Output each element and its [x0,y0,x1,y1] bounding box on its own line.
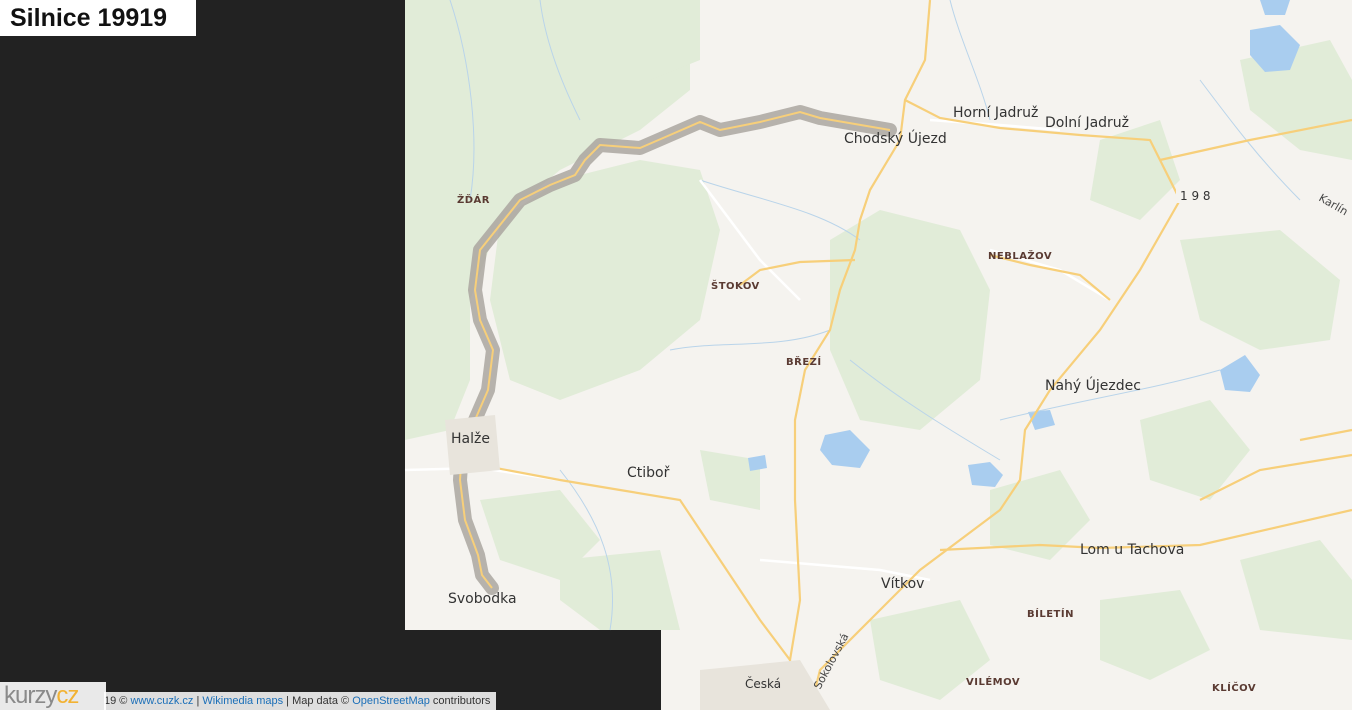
page-title-box: Silnice 19919 [0,0,196,36]
attribution-suffix: contributors [432,695,491,707]
logo-part-kurzy: kurzy [4,682,57,709]
place-label: Horní Jadruž [953,105,1038,121]
village-label: BÍLETÍN [1027,607,1074,620]
place-label: Vítkov [881,576,924,592]
place-label: Lom u Tachova [1080,542,1184,558]
attribution-prefix: 19 © [104,695,128,707]
kurzy-logo[interactable]: kurzycz [0,682,106,710]
attribution-separator: | Map data © [286,695,350,707]
place-label: Ctiboř [627,465,670,481]
logo-part-cz: cz [56,682,79,709]
place-label: Halže [451,431,490,447]
wikimedia-link[interactable]: Wikimedia maps [202,695,283,707]
road-number: 1 9 8 [1176,188,1212,203]
page-title: Silnice 19919 [10,4,168,32]
place-label: Chodský Újezd [844,129,947,147]
village-label: ŠTOKOV [711,279,760,292]
attribution-separator: | [196,695,200,707]
village-label: ŽĎÁR [457,193,490,206]
map-attribution: 19 © www.cuzk.cz | Wikimedia maps | Map … [104,692,496,710]
village-label: VILÉMOV [966,675,1020,688]
place-label: Česká [745,676,781,691]
logo-text: kurzycz [0,682,79,709]
village-label: NEBLAŽOV [988,249,1052,262]
place-label: Nahý Újezdec [1045,376,1141,394]
village-label: BŘEZÍ [786,355,822,368]
osm-link[interactable]: OpenStreetMap [352,695,430,707]
road-number-label: 1 9 8 [1180,189,1211,203]
cuzk-link[interactable]: www.cuzk.cz [130,695,193,707]
map-canvas[interactable]: Chodský Újezd Horní Jadruž Dolní Jadruž … [0,0,1352,710]
village-label: KLÍČOV [1212,681,1256,694]
place-label: Dolní Jadruž [1045,115,1129,131]
place-label: Svobodka [448,591,517,607]
